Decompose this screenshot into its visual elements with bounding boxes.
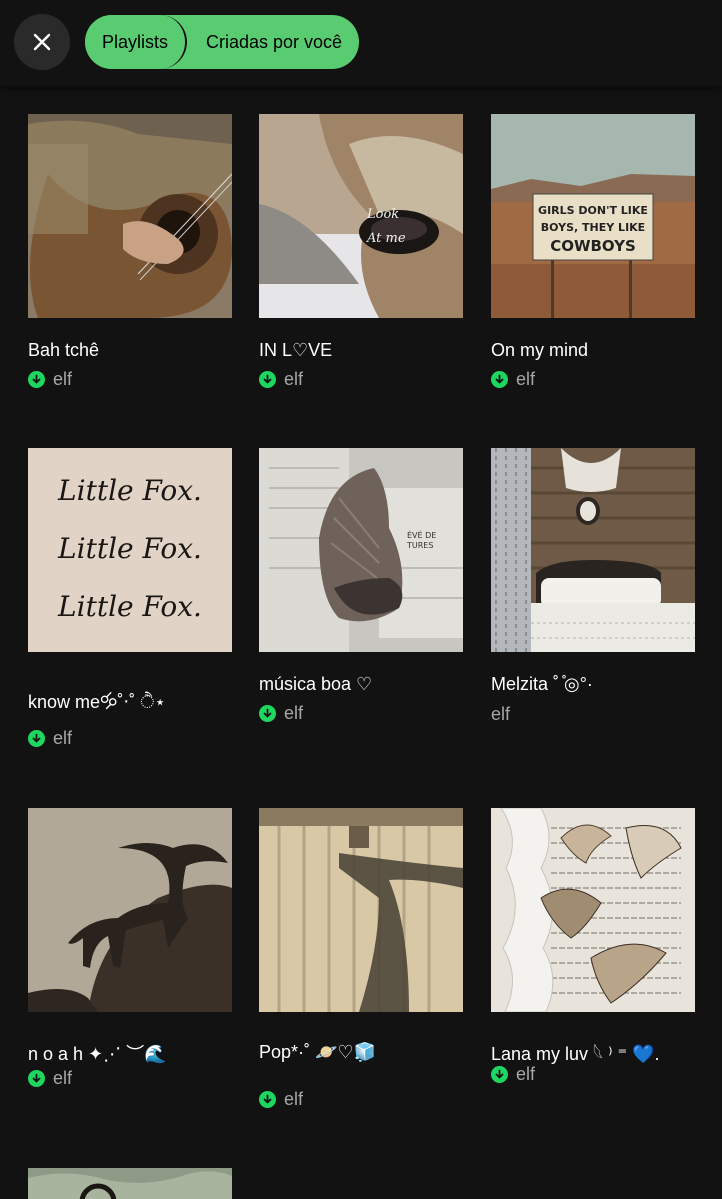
playlist-owner: elf [28,728,72,749]
playlist-owner: elf [259,369,303,390]
playlist-card-noah[interactable]: n o a h ✦⋰ ︶🌊 elf [28,808,232,1098]
cover-text-line-2: BOYS, THEY LIKE [541,221,645,234]
playlist-owner: elf [491,704,510,725]
owner-name: elf [516,1064,536,1084]
cover-text-look: Look [366,207,399,222]
owner-name: elf [284,369,304,389]
playlist-cover [259,808,463,1012]
owner-name: elf [53,1068,73,1088]
filter-chip-playlists-label: Playlists [101,31,168,52]
close-button[interactable] [14,14,70,70]
cover-text-line-2: Little Fox. [57,532,202,565]
owner-name: elf [53,369,73,389]
cover-text-line-1: Little Fox. [57,474,202,507]
owner-name: elf [284,703,304,723]
filter-chip-created-label: Criadas por você [205,31,343,52]
cover-text-line-3: COWBOYS [550,237,636,255]
playlist-title: IN L♡VE [259,340,333,360]
playlist-owner: elf [259,703,303,724]
playlist-card-in-love[interactable]: Look At me IN L♡VE elf [259,114,463,404]
downloaded-icon [28,371,45,388]
playlist-owner: elf [28,369,72,390]
playlist-cover [491,808,695,1012]
playlist-cover: Little Fox. Little Fox. Little Fox. [28,448,232,652]
downloaded-icon [491,371,508,388]
playlist-title: música boa ♡ [259,674,373,694]
downloaded-icon [28,1070,45,1087]
downloaded-icon [28,730,45,747]
playlist-cover [28,114,232,318]
owner-name: elf [516,369,536,389]
filter-chip-group: Playlists Criadas por você [85,15,359,69]
downloaded-icon [259,371,276,388]
downloaded-icon [259,705,276,722]
playlist-card-lana[interactable]: Lana my luv 𓆩 ⁾ ⁼ 💙. elf [491,808,695,1098]
playlist-card-on-my-mind[interactable]: GIRLS DON'T LIKE BOYS, THEY LIKE COWBOYS… [491,114,695,404]
playlist-title: know me🝰˚‧˚ ੈ⋆ [28,692,166,712]
playlist-cover: Look At me [259,114,463,318]
owner-name: elf [53,728,73,748]
playlist-title: Melzita ˚⁠ ̊⁠◎⁠°· [491,674,593,694]
cover-text-line-2: TURES [406,541,433,550]
playlist-card-bah-tche[interactable]: Bah tchê elf [28,114,232,404]
playlist-title: n o a h ✦⋰ ︶🌊 [28,1044,167,1064]
playlist-card-musica-boa[interactable]: ÉVÉ DE TURES música boa ♡ elf [259,448,463,738]
playlist-cover [28,808,232,1012]
playlist-card-melzita[interactable]: Melzita ˚⁠ ̊⁠◎⁠°· elf [491,448,695,738]
filter-chip-created-by-you[interactable]: Criadas por você [189,15,359,69]
playlist-grid: Bah tchê elf Look At me IN L♡VE elf GIRL… [0,0,722,1199]
cover-text-line-3: Little Fox. [57,590,202,623]
top-bar: Playlists Criadas por você [0,0,722,86]
cover-text-line-1: ÉVÉ DE [407,529,436,540]
playlist-owner: elf [491,369,535,390]
playlist-title: On my mind [491,340,589,360]
cover-text-line-1: GIRLS DON'T LIKE [538,204,648,217]
playlist-title: Lana my luv 𓆩 ⁾ ⁼ 💙. [491,1044,660,1064]
downloaded-icon [259,1091,276,1108]
playlist-title: Bah tchê [28,340,100,360]
playlist-card-pop[interactable]: Pop*·˚ 🪐♡🧊 elf [259,808,463,1118]
playlist-title: Pop*·˚ 🪐♡🧊 [259,1042,376,1062]
cover-text-at-me: At me [366,231,406,246]
playlist-owner: elf [28,1068,72,1089]
playlist-cover [491,448,695,652]
playlist-owner: elf [259,1089,303,1110]
playlist-owner: elf [491,1064,535,1085]
filter-chip-playlists[interactable]: Playlists [85,15,187,69]
owner-name: elf [491,704,511,724]
downloaded-icon [491,1066,508,1083]
owner-name: elf [284,1089,304,1109]
playlist-cover: GIRLS DON'T LIKE BOYS, THEY LIKE COWBOYS [491,114,695,318]
playlist-card-partial[interactable] [28,1168,232,1199]
playlist-cover: ÉVÉ DE TURES [259,448,463,652]
close-icon [33,33,51,51]
playlist-cover [28,1168,232,1199]
playlist-card-know-me[interactable]: Little Fox. Little Fox. Little Fox. know… [28,448,232,758]
